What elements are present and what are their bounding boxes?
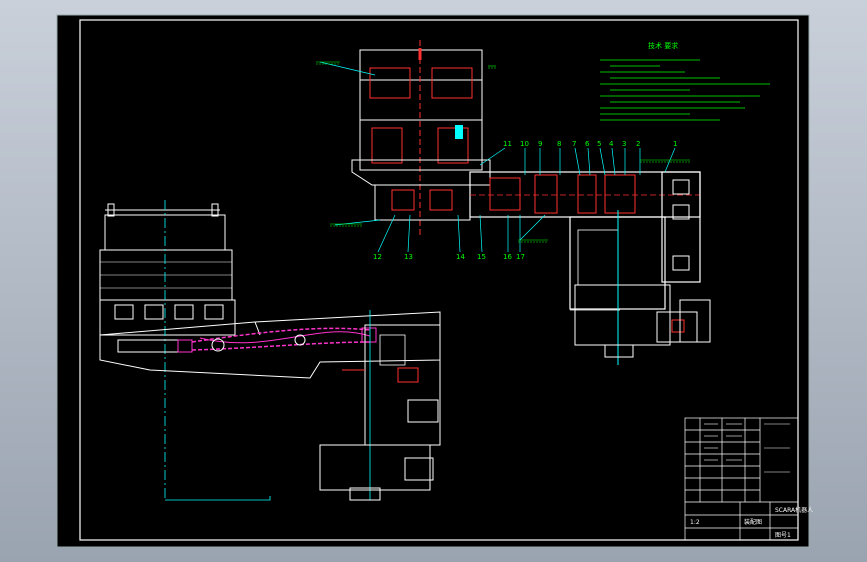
title-scale: 1:2 xyxy=(690,519,700,526)
callout-13: 13 xyxy=(404,253,413,261)
callout-5: 5 xyxy=(597,140,601,148)
callout-11: 11 xyxy=(503,140,512,148)
callout-12: 12 xyxy=(373,253,382,261)
callout-6: 6 xyxy=(585,140,590,148)
callout-2: 2 xyxy=(636,140,640,148)
callout-1: 1 xyxy=(673,140,677,148)
title-sheet: 图号1 xyxy=(775,532,791,539)
title-name: 装配图 xyxy=(744,518,762,526)
title-company: SCARA机器人 xyxy=(775,506,813,514)
cad-viewport[interactable]: 1 2 3 4 5 6 7 8 9 10 11 12 13 14 15 16 1… xyxy=(0,0,867,562)
callout-8: 8 xyxy=(557,140,561,148)
callout-4: 4 xyxy=(609,140,614,148)
callout-17: 17 xyxy=(516,253,525,261)
callout-14: 14 xyxy=(456,253,465,261)
notes-title: 技术 要求 xyxy=(648,41,678,50)
callout-16: 16 xyxy=(503,253,512,261)
callout-7: 7 xyxy=(572,140,576,148)
callout-9: 9 xyxy=(538,140,542,148)
callout-15: 15 xyxy=(477,253,486,261)
callout-10: 10 xyxy=(520,140,529,148)
callout-3: 3 xyxy=(622,140,626,148)
